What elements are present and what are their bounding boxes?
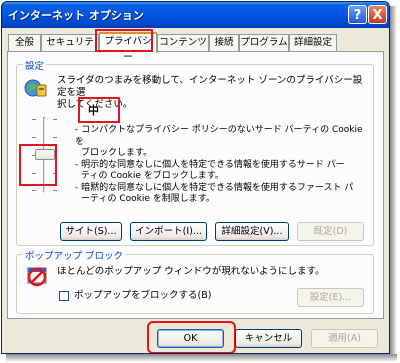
title-bar[interactable]: インターネット オプション ? X: [2, 2, 389, 28]
tab-strip: 全般 セキュリティ プライバシー コンテンツ 接続 プログラム 詳細設定: [8, 32, 388, 64]
window-shadow-bottom: [6, 354, 397, 362]
slider-tick: [53, 137, 57, 138]
level-description: - コンパクトなプライバシー ポリシーのないサード パーティの Cookie を…: [75, 125, 363, 204]
privacy-tab-page: 設定 スライダのつまみを移動して、インターネット ゾーンのプライバシー設定を選 …: [7, 51, 384, 319]
slider-highlight-box: [19, 144, 57, 186]
block-popups-label[interactable]: ポップアップをブロックする(B): [74, 290, 211, 302]
ok-highlight-box: [147, 321, 236, 353]
popup-block-icon: [27, 267, 47, 287]
privacy-tab-highlight-box: [95, 29, 153, 52]
default-button[interactable]: 既定(D): [297, 222, 364, 241]
slider-tick: [32, 190, 36, 191]
popup-blocker-group: ポップアップ ブロック ほとんどのポップアップ ウィンドウが現れないようにします…: [16, 248, 374, 314]
popup-group-label: ポップアップ ブロック: [23, 248, 126, 262]
privacy-globe-icon: [24, 79, 47, 97]
tab-advanced[interactable]: 詳細設定: [289, 34, 337, 51]
popup-settings-button[interactable]: 設定(E)...: [297, 288, 364, 307]
help-button[interactable]: ?: [348, 5, 367, 24]
window-shadow-right: [390, 6, 397, 361]
window-title: インターネット オプション: [8, 9, 144, 22]
level-highlight-box: [78, 97, 120, 123]
popup-description: ほとんどのポップアップ ウィンドウが現れないようにします。: [57, 266, 325, 277]
tab-connections[interactable]: 接続: [209, 34, 239, 51]
cancel-button[interactable]: キャンセル: [235, 329, 302, 348]
settings-group-label: 設定: [23, 58, 47, 72]
advanced-button[interactable]: 詳細設定(V)...: [215, 222, 289, 241]
slider-tick: [32, 137, 36, 138]
tab-general[interactable]: 全般: [8, 34, 41, 51]
slider-tick: [32, 119, 36, 120]
settings-group: 設定 スライダのつまみを移動して、インターネット ゾーンのプライバシー設定を選 …: [16, 58, 374, 246]
slider-tick: [53, 119, 57, 120]
internet-options-dialog: インターネット オプション ? X 全般 セキュリティ プライバシー コンテンツ…: [1, 1, 390, 354]
close-button[interactable]: X: [368, 5, 387, 24]
import-button[interactable]: インポート(I)...: [130, 222, 207, 241]
tab-programs[interactable]: プログラム: [239, 34, 289, 51]
apply-button[interactable]: 適用(A): [311, 329, 378, 348]
tab-security[interactable]: セキュリティ: [41, 34, 99, 64]
slider-tick: [53, 190, 57, 191]
block-popups-checkbox[interactable]: [59, 291, 69, 301]
sites-button[interactable]: サイト(S)...: [60, 222, 122, 241]
tab-content[interactable]: コンテンツ: [157, 34, 209, 51]
